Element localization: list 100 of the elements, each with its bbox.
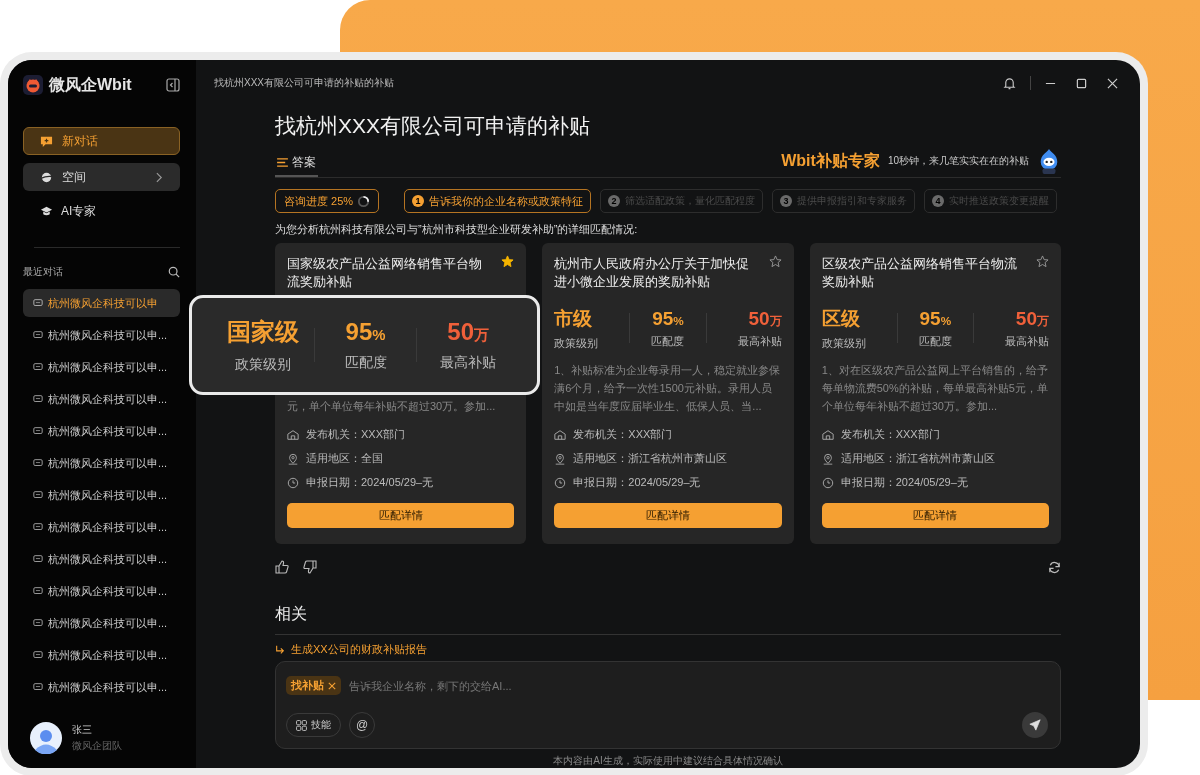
history-item[interactable]: 杭州微风企科技可以申... bbox=[23, 481, 180, 509]
stat-label: 政策级别 bbox=[554, 335, 599, 351]
chat-icon bbox=[33, 458, 43, 468]
stat-value: 国家级 bbox=[226, 317, 299, 347]
thumbs-up-icon[interactable] bbox=[275, 560, 289, 574]
building-icon bbox=[554, 428, 567, 441]
answer-tab[interactable]: 答案 bbox=[275, 154, 318, 177]
match-details-button[interactable]: 匹配详情 bbox=[287, 503, 515, 528]
card-description: 1、对在区级农产品公益网上平台销售的，给予每单物流费50%的补贴，每单最高补贴5元，单个单位每年补贴不超过30万。参加... bbox=[821, 363, 1049, 414]
maximize-icon[interactable] bbox=[1076, 77, 1087, 89]
disclaimer: 本内容由AI生成，实际使用中建议结合具体情况确认 bbox=[552, 754, 784, 768]
stat-value: 95% bbox=[919, 307, 952, 330]
intro-text: 为您分析杭州科技有限公司与”杭州市科技型企业研发补助”的详细匹配情况: bbox=[275, 222, 639, 237]
history-item[interactable]: 杭州微风企科技可以申... bbox=[23, 449, 180, 477]
related-title: 相关 bbox=[275, 604, 1061, 635]
location-pin-icon bbox=[821, 452, 834, 465]
sidebar-toggle-icon[interactable] bbox=[166, 78, 180, 92]
message-input[interactable]: 告诉我企业名称，剩下的交给AI... bbox=[347, 678, 1048, 693]
stat-label: 最高补贴 bbox=[737, 333, 782, 349]
stat-value: 50万 bbox=[1015, 307, 1049, 330]
chevron-right-icon bbox=[156, 171, 163, 183]
detail-text: 申报日期：2024/05/29–无 bbox=[573, 475, 701, 490]
nav-item[interactable]: 空间 bbox=[23, 163, 180, 191]
history-item[interactable]: 杭州微风企科技可以申... bbox=[23, 353, 180, 381]
question-title: 找杭州XXX有限公司可申请的补贴 bbox=[275, 113, 592, 139]
star-icon[interactable] bbox=[768, 255, 782, 268]
stat-value: 95% bbox=[345, 318, 386, 346]
detail-text: 发布机关：XXX部门 bbox=[306, 427, 405, 442]
stat-value: 50万 bbox=[748, 307, 782, 330]
stat-label: 匹配度 bbox=[918, 333, 952, 349]
planet-icon bbox=[40, 170, 53, 184]
list-icon bbox=[277, 158, 288, 167]
card-description: 元，单个单位每年补贴不超过30万。参加... bbox=[287, 399, 496, 414]
stat-label: 最高补贴 bbox=[1005, 333, 1049, 349]
team-name: 微风企团队 bbox=[72, 739, 122, 753]
chat-icon bbox=[33, 522, 43, 532]
progress-ring bbox=[357, 194, 371, 208]
chat-icon bbox=[33, 682, 43, 692]
send-button[interactable] bbox=[1022, 712, 1048, 738]
thumbs-down-icon[interactable] bbox=[303, 560, 317, 574]
history-item[interactable]: 杭州微风企科技可以申... bbox=[23, 641, 180, 669]
history-item[interactable]: 杭州微风企科技可以申 bbox=[23, 289, 180, 317]
chat-icon bbox=[33, 490, 43, 500]
stat-label: 最高补贴 bbox=[440, 354, 497, 372]
bell-icon[interactable] bbox=[1003, 76, 1016, 90]
history-item[interactable]: 杭州微风企科技可以申... bbox=[23, 417, 180, 445]
chat-icon bbox=[33, 650, 43, 660]
app-name: 微风企Wbit bbox=[49, 74, 133, 95]
close-icon[interactable] bbox=[1107, 77, 1118, 89]
chat-icon bbox=[33, 298, 43, 308]
search-icon[interactable] bbox=[168, 266, 180, 278]
chat-icon bbox=[33, 426, 43, 436]
chat-icon bbox=[33, 618, 43, 628]
graduation-cap-icon bbox=[40, 205, 53, 218]
building-icon bbox=[287, 428, 299, 441]
detail-text: 申报日期：2024/05/29–无 bbox=[306, 475, 434, 490]
chat-icon bbox=[33, 330, 43, 340]
section-title: 最近对话 bbox=[23, 265, 63, 279]
match-details-button[interactable]: 匹配详情 bbox=[821, 503, 1049, 528]
stat-label: 政策级别 bbox=[821, 335, 866, 351]
history-item[interactable]: 杭州微风企科技可以申... bbox=[23, 545, 180, 573]
star-icon[interactable] bbox=[1036, 255, 1049, 268]
stat-label: 匹配度 bbox=[344, 354, 387, 372]
card-title: 国家级农产品公益网络销售平台物流奖励补贴 bbox=[287, 256, 483, 291]
stat-value: 95% bbox=[652, 307, 684, 330]
detail-text: 发布机关：XXX部门 bbox=[573, 427, 673, 442]
user-name: 张三 bbox=[72, 723, 93, 737]
expert-tagline: 10秒钟，来几笔实实在在的补贴 bbox=[887, 154, 1029, 168]
related-link[interactable]: 生成XX公司的财政补贴报告 bbox=[275, 642, 427, 657]
clock-icon bbox=[287, 476, 299, 489]
return-arrow-icon bbox=[275, 644, 285, 655]
send-icon bbox=[1029, 719, 1041, 731]
star-icon[interactable] bbox=[501, 255, 515, 268]
history-item[interactable]: 杭州微风企科技可以申... bbox=[23, 609, 180, 637]
remove-icon[interactable] bbox=[328, 681, 336, 690]
history-item[interactable]: 杭州微风企科技可以申... bbox=[23, 673, 180, 701]
avatar bbox=[30, 722, 62, 754]
refresh-icon[interactable] bbox=[1048, 560, 1061, 574]
detail-text: 适用地区：浙江省杭州市萧山区 bbox=[840, 451, 995, 466]
building-icon bbox=[821, 428, 834, 441]
history-item[interactable]: 杭州微风企科技可以申... bbox=[23, 513, 180, 541]
detail-text: 适用地区：全国 bbox=[306, 451, 383, 466]
stat-value: 区级 bbox=[821, 306, 860, 331]
chat-icon bbox=[33, 554, 43, 564]
match-details-button[interactable]: 匹配详情 bbox=[554, 503, 782, 528]
nav-item[interactable]: 新对话 bbox=[23, 127, 180, 155]
breadcrumb: 找杭州XXX有限公司可申请的补贴的补贴 bbox=[214, 76, 394, 90]
location-pin-icon bbox=[287, 452, 299, 465]
skill-tag[interactable]: 找补贴 bbox=[286, 676, 341, 695]
history-item[interactable]: 杭州微风企科技可以申... bbox=[23, 385, 180, 413]
stat-value: 50万 bbox=[447, 318, 490, 346]
clock-icon bbox=[821, 476, 834, 489]
history-item[interactable]: 杭州微风企科技可以申... bbox=[23, 577, 180, 605]
card-title: 杭州市人民政府办公厅关于加快促进小微企业发展的奖励补贴 bbox=[554, 256, 751, 291]
step-chip[interactable]: 1 告诉我你的企业名称或政策特征 bbox=[404, 189, 592, 213]
clock-icon bbox=[554, 476, 567, 489]
location-pin-icon bbox=[554, 452, 567, 465]
nav-item[interactable]: AI专家 bbox=[23, 199, 180, 227]
history-item[interactable]: 杭州微风企科技可以申... bbox=[23, 321, 180, 349]
chat-icon bbox=[33, 394, 43, 404]
